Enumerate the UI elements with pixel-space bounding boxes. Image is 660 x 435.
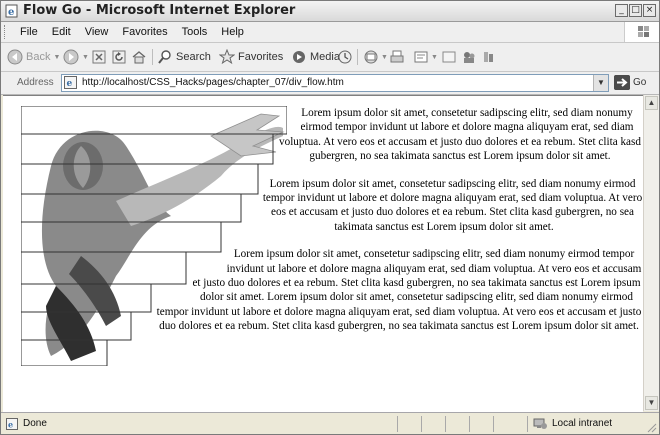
- edit-button[interactable]: ▼: [413, 48, 438, 66]
- history-button[interactable]: [337, 48, 353, 66]
- menu-file[interactable]: File: [13, 25, 45, 39]
- status-divider: [445, 416, 446, 432]
- status-divider: [397, 416, 398, 432]
- address-input[interactable]: e http://localhost/CSS_Hacks/pages/chapt…: [61, 74, 609, 92]
- refresh-icon: [112, 50, 126, 64]
- menu-bar: File Edit View Favorites Tools Help: [1, 22, 659, 43]
- status-bar: e Done Local intranet: [1, 412, 659, 434]
- browser-window: e Flow Go - Microsoft Internet Explorer …: [0, 0, 660, 435]
- page-done-icon: e: [6, 418, 18, 430]
- home-icon: [132, 51, 146, 64]
- scroll-up-arrow-icon[interactable]: ▲: [645, 96, 658, 110]
- favorites-star-icon: [219, 49, 235, 65]
- local-intranet-icon: [533, 418, 547, 429]
- menu-favorites[interactable]: Favorites: [115, 25, 174, 39]
- title-bar: e Flow Go - Microsoft Internet Explorer …: [1, 1, 659, 22]
- address-url: http://localhost/CSS_Hacks/pages/chapter…: [82, 77, 344, 88]
- flow-text: Lorem ipsum dolor sit amet, consetetur s…: [3, 96, 643, 378]
- forward-dropdown-arrow-icon[interactable]: ▼: [82, 54, 89, 61]
- menu-tools[interactable]: Tools: [175, 25, 215, 39]
- address-dropdown-icon[interactable]: ▼: [593, 75, 608, 91]
- go-arrow-icon[interactable]: [614, 75, 630, 90]
- scroll-down-arrow-icon[interactable]: ▼: [645, 396, 658, 410]
- mail-icon: [364, 50, 378, 64]
- media-button[interactable]: Media: [291, 48, 340, 66]
- maximize-button[interactable]: □: [629, 4, 642, 17]
- minimize-button[interactable]: _: [615, 4, 628, 17]
- search-label: Search: [176, 51, 211, 63]
- page-content: Lorem ipsum dolor sit amet, consetetur s…: [3, 95, 643, 412]
- close-button[interactable]: ×: [643, 4, 656, 17]
- home-button[interactable]: [131, 48, 147, 66]
- menu-edit[interactable]: Edit: [45, 25, 78, 39]
- stop-button[interactable]: [91, 48, 107, 66]
- back-dropdown-arrow-icon[interactable]: ▼: [53, 54, 60, 61]
- edit-icon: [414, 51, 428, 63]
- stop-icon: [92, 50, 106, 64]
- favorites-button[interactable]: Favorites: [219, 48, 283, 66]
- svg-text:e: e: [8, 7, 14, 18]
- media-label: Media: [310, 51, 340, 63]
- menu-view[interactable]: View: [78, 25, 116, 39]
- toolbar-separator: [152, 49, 153, 65]
- address-label: Address: [17, 77, 54, 88]
- status-divider: [527, 416, 528, 432]
- status-divider: [493, 416, 494, 432]
- discuss-button[interactable]: [441, 48, 457, 66]
- windows-logo-icon: [624, 22, 659, 42]
- refresh-button[interactable]: [111, 48, 127, 66]
- forward-button[interactable]: ▼: [63, 48, 89, 66]
- history-icon: [338, 50, 352, 64]
- discuss-icon: [442, 51, 456, 63]
- print-button[interactable]: [389, 48, 405, 66]
- status-divider: [469, 416, 470, 432]
- back-button[interactable]: Back ▼: [7, 48, 60, 66]
- print-icon: [390, 50, 404, 63]
- window-title: Flow Go - Microsoft Internet Explorer: [23, 3, 296, 18]
- back-arrow-icon: [7, 49, 23, 65]
- messenger-icon: [464, 52, 475, 63]
- toolbar-separator: [357, 49, 358, 65]
- back-label: Back: [26, 51, 51, 63]
- edit-dropdown-arrow-icon[interactable]: ▼: [431, 54, 438, 61]
- window-controls: _ □ ×: [615, 4, 656, 17]
- search-button[interactable]: Search: [157, 48, 211, 66]
- status-divider: [421, 416, 422, 432]
- vertical-scrollbar[interactable]: ▲ ▼: [643, 95, 659, 411]
- svg-text:e: e: [67, 79, 73, 89]
- resize-grip-icon[interactable]: [647, 423, 657, 433]
- forward-arrow-icon: [63, 49, 79, 65]
- svg-text:e: e: [8, 420, 13, 430]
- menu-help[interactable]: Help: [214, 25, 251, 39]
- ie-page-icon: e: [64, 76, 77, 89]
- mail-button[interactable]: ▼: [363, 48, 388, 66]
- address-bar: Address e http://localhost/CSS_Hacks/pag…: [1, 72, 659, 95]
- ie-page-icon: e: [5, 4, 18, 18]
- mail-dropdown-arrow-icon[interactable]: ▼: [381, 54, 388, 61]
- search-icon: [158, 50, 171, 64]
- messenger-button[interactable]: [461, 48, 477, 66]
- status-text: Done: [23, 418, 47, 429]
- menu-grip: [4, 25, 8, 39]
- research-icon: [484, 52, 493, 62]
- go-label[interactable]: Go: [633, 77, 646, 88]
- security-zone-label: Local intranet: [552, 418, 613, 429]
- research-button[interactable]: [481, 48, 497, 66]
- media-icon: [293, 51, 305, 63]
- favorites-label: Favorites: [238, 51, 284, 63]
- standard-toolbar: Back ▼ ▼ Search Favorites Media ▼ ▼: [1, 43, 659, 72]
